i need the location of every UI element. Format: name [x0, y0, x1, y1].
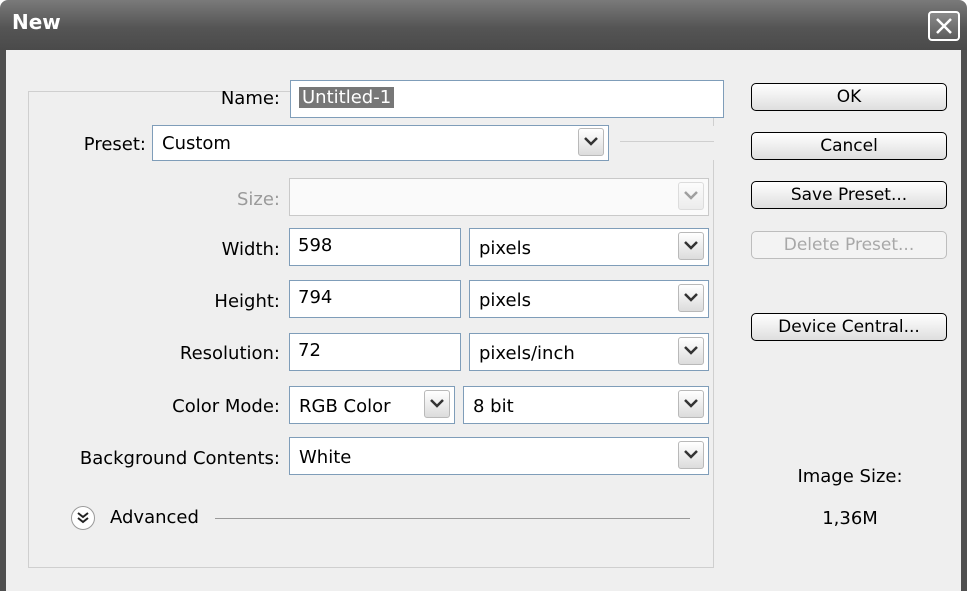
- resolution-unit-dropdown-button[interactable]: [678, 337, 704, 365]
- width-input[interactable]: 598: [289, 228, 461, 266]
- save-preset-button[interactable]: Save Preset...: [751, 181, 947, 209]
- height-input[interactable]: 794: [289, 280, 461, 318]
- preset-groupbox: [28, 91, 714, 568]
- resolution-unit-select[interactable]: pixels/inch: [469, 333, 709, 371]
- width-label: Width:: [221, 239, 280, 260]
- width-unit-value: pixels: [479, 238, 531, 259]
- size-label: Size:: [236, 189, 280, 210]
- bit-depth-select[interactable]: 8 bit: [463, 386, 709, 424]
- advanced-toggle-button[interactable]: [71, 506, 95, 530]
- preset-label: Preset:: [83, 134, 146, 155]
- chevron-down-icon: [684, 293, 698, 302]
- advanced-label[interactable]: Advanced: [110, 507, 199, 528]
- background-contents-select[interactable]: White: [289, 437, 709, 475]
- size-select[interactable]: [289, 178, 709, 216]
- resolution-input[interactable]: 72: [289, 333, 461, 371]
- cancel-button[interactable]: Cancel: [751, 132, 947, 160]
- name-field[interactable]: Untitled-1: [290, 80, 724, 118]
- chevron-down-icon: [430, 399, 444, 408]
- preset-select[interactable]: Custom: [152, 125, 609, 161]
- resolution-label: Resolution:: [179, 343, 280, 364]
- width-unit-dropdown-button[interactable]: [678, 232, 704, 260]
- chevron-down-icon: [584, 137, 598, 146]
- close-icon: [936, 18, 952, 34]
- chevron-down-icon: [684, 399, 698, 408]
- height-unit-select[interactable]: pixels: [469, 280, 709, 318]
- resolution-value: 72: [298, 340, 321, 361]
- image-size-value: 1,36M: [822, 508, 878, 529]
- preset-value: Custom: [162, 133, 231, 154]
- chevron-down-icon: [684, 450, 698, 459]
- image-size-label: Image Size:: [797, 466, 903, 487]
- height-unit-value: pixels: [479, 290, 531, 311]
- size-dropdown-button[interactable]: [678, 182, 704, 210]
- preset-dropdown-button[interactable]: [578, 128, 604, 156]
- ok-button[interactable]: OK: [751, 83, 947, 111]
- color-mode-dropdown-button[interactable]: [424, 390, 450, 418]
- double-chevron-down-icon: [77, 512, 89, 524]
- title-bar[interactable]: New: [0, 0, 967, 50]
- color-mode-select[interactable]: RGB Color: [289, 386, 455, 424]
- dialog-title: New: [12, 10, 61, 34]
- width-value: 598: [298, 235, 333, 256]
- chevron-down-icon: [684, 346, 698, 355]
- device-central-button[interactable]: Device Central...: [751, 313, 947, 341]
- name-label: Name:: [220, 88, 280, 109]
- background-contents-label: Background Contents:: [79, 448, 280, 469]
- height-label: Height:: [214, 291, 280, 312]
- resolution-unit-value: pixels/inch: [479, 343, 575, 364]
- height-value: 794: [298, 287, 333, 308]
- chevron-down-icon: [684, 241, 698, 250]
- background-contents-dropdown-button[interactable]: [678, 441, 704, 469]
- name-value: Untitled-1: [299, 87, 395, 108]
- color-mode-value: RGB Color: [299, 396, 391, 417]
- bit-depth-value: 8 bit: [473, 396, 514, 417]
- delete-preset-button[interactable]: Delete Preset...: [751, 231, 947, 259]
- chevron-down-icon: [684, 191, 698, 200]
- advanced-separator: [215, 518, 690, 519]
- height-unit-dropdown-button[interactable]: [678, 284, 704, 312]
- background-contents-value: White: [299, 447, 352, 468]
- bit-depth-dropdown-button[interactable]: [678, 390, 704, 418]
- window-frame-right: [961, 50, 967, 591]
- close-button[interactable]: [928, 11, 960, 41]
- color-mode-label: Color Mode:: [172, 396, 280, 417]
- width-unit-select[interactable]: pixels: [469, 228, 709, 266]
